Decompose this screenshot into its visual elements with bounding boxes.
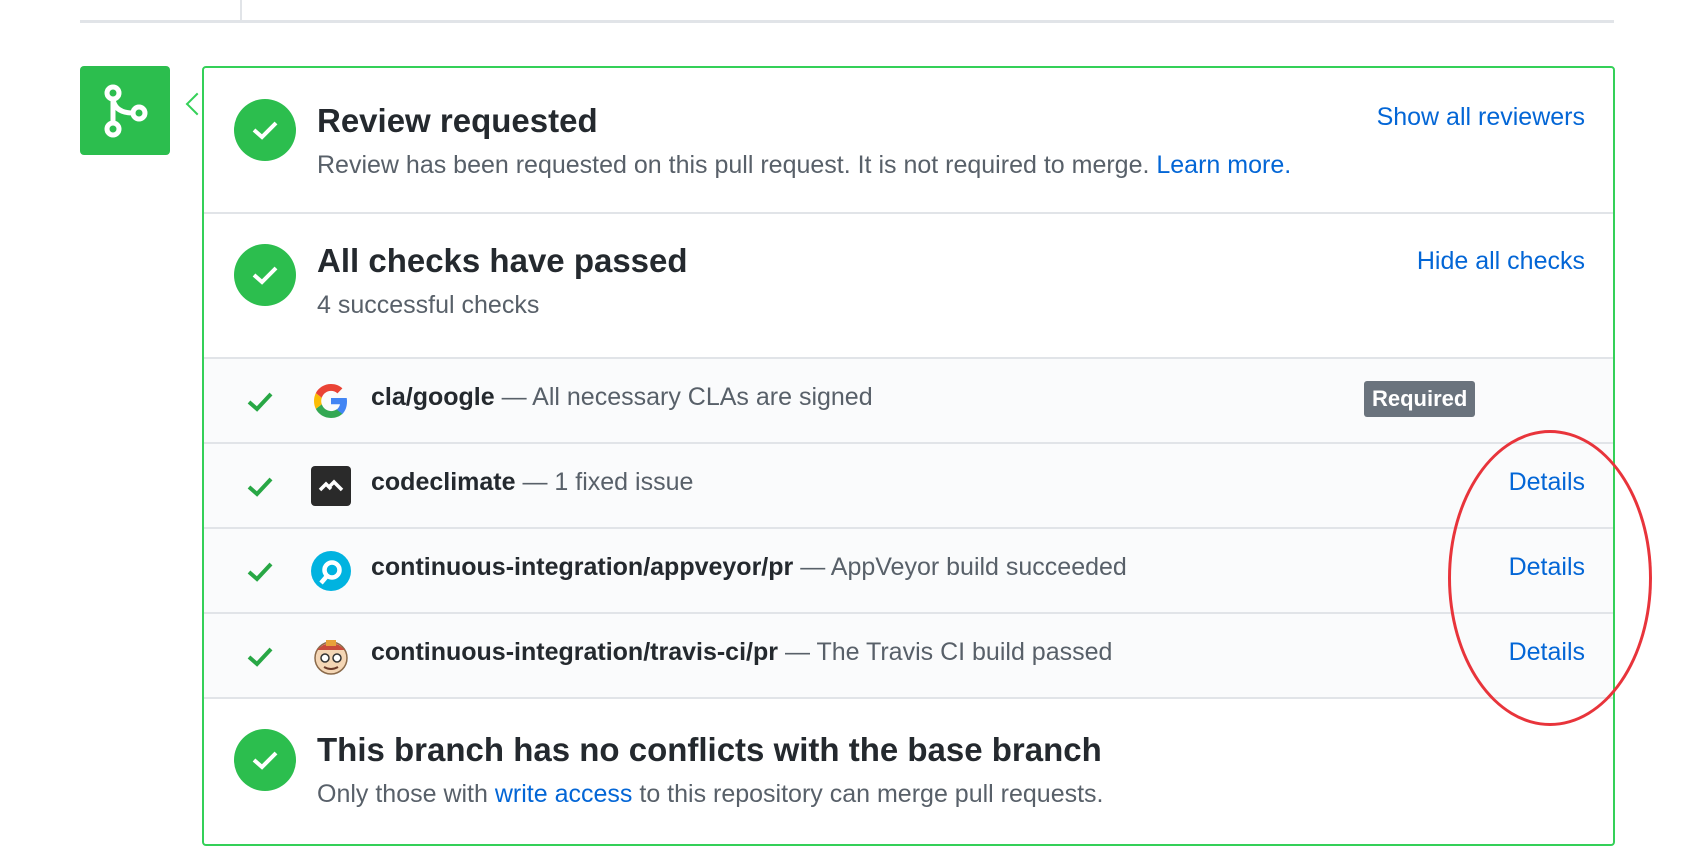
check-description: The Travis CI build passed (816, 638, 1113, 666)
review-description: Review has been requested on this pull r… (317, 151, 1291, 180)
conflicts-description: Only those with write access to this rep… (317, 780, 1104, 809)
review-heading: Review requested (317, 102, 598, 139)
write-access-link[interactable]: write access (495, 780, 633, 808)
checks-heading: All checks have passed (317, 242, 688, 279)
check-description: AppVeyor build succeeded (830, 553, 1127, 581)
hide-all-checks-link[interactable]: Hide all checks (1417, 247, 1585, 276)
check-row-codeclimate: codeclimate — 1 fixed issue Details (204, 444, 1613, 529)
check-text: continuous-integration/appveyor/pr — App… (371, 553, 1127, 582)
travis-ci-icon (314, 640, 348, 675)
check-description: All necessary CLAs are signed (532, 383, 873, 411)
check-icon (247, 562, 273, 582)
check-row-travis-ci: continuous-integration/travis-ci/pr — Th… (204, 614, 1613, 699)
check-separator: — (501, 383, 527, 411)
check-icon (247, 477, 273, 497)
check-separator: — (784, 638, 810, 666)
conflicts-description-after: to this repository can merge pull reques… (639, 780, 1104, 808)
check-context: continuous-integration/travis-ci/pr (371, 638, 778, 666)
details-link-travis-ci[interactable]: Details (1509, 638, 1585, 667)
timeline-divider (80, 20, 1614, 23)
check-context: codeclimate (371, 468, 516, 496)
check-text: cla/google — All necessary CLAs are sign… (371, 383, 873, 412)
appveyor-icon (311, 551, 351, 591)
check-context: cla/google (371, 383, 495, 411)
success-check-icon (234, 729, 296, 791)
success-check-icon (234, 99, 296, 161)
show-all-reviewers-link[interactable]: Show all reviewers (1377, 103, 1585, 132)
review-status-section: Review requested Review has been request… (204, 68, 1613, 214)
timeline-connector (240, 0, 242, 22)
check-row-appveyor: continuous-integration/appveyor/pr — App… (204, 529, 1613, 614)
success-check-icon (234, 244, 296, 306)
review-description-text: Review has been requested on this pull r… (317, 151, 1150, 179)
check-separator: — (522, 468, 548, 496)
codeclimate-icon (311, 466, 351, 506)
details-link-appveyor[interactable]: Details (1509, 553, 1585, 582)
details-link-codeclimate[interactable]: Details (1509, 468, 1585, 497)
check-description: 1 fixed issue (554, 468, 694, 496)
check-separator: — (800, 553, 826, 581)
check-icon (247, 647, 273, 667)
check-icon (247, 392, 273, 412)
check-text: continuous-integration/travis-ci/pr — Th… (371, 638, 1112, 667)
check-list: cla/google — All necessary CLAs are sign… (204, 359, 1613, 699)
learn-more-link[interactable]: Learn more. (1156, 151, 1291, 179)
checks-status-section: All checks have passed 4 successful chec… (204, 214, 1613, 359)
merge-conflicts-section: This branch has no conflicts with the ba… (204, 699, 1613, 846)
check-context: continuous-integration/appveyor/pr (371, 553, 794, 581)
merge-status-panel: Review requested Review has been request… (202, 66, 1615, 846)
conflicts-description-before: Only those with (317, 780, 488, 808)
checks-summary: 4 successful checks (317, 291, 540, 319)
git-merge-icon (80, 66, 170, 155)
check-row-cla-google: cla/google — All necessary CLAs are sign… (204, 359, 1613, 444)
required-badge: Required (1364, 381, 1476, 417)
google-icon (314, 384, 347, 418)
conflicts-heading: This branch has no conflicts with the ba… (317, 731, 1102, 768)
check-text: codeclimate — 1 fixed issue (371, 468, 693, 497)
